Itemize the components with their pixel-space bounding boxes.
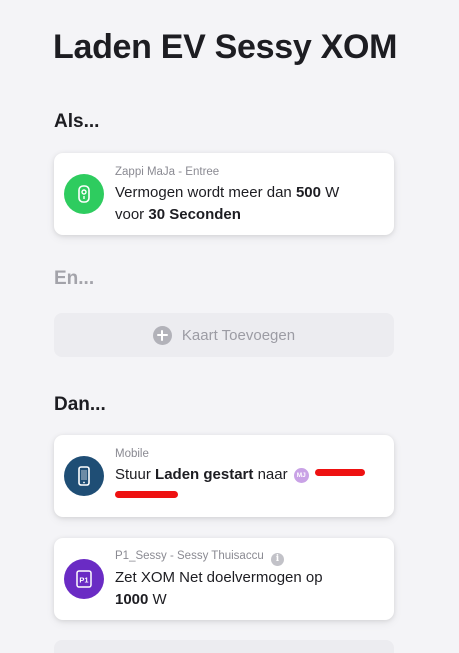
trigger-device-name: Zappi MaJa - Entree <box>115 166 220 178</box>
p1-icon-label: P1 <box>79 576 88 585</box>
notification-message[interactable]: Laden gestart <box>155 466 253 483</box>
redacted-recipient-last <box>115 491 178 498</box>
action-prefix: Stuur <box>115 466 151 483</box>
sessy-device-name: P1_Sessy - Sessy Thuisaccu <box>115 550 264 562</box>
recipient-avatar: MJ <box>293 468 309 483</box>
sessy-target-unit: W <box>152 591 167 608</box>
action-connector: naar <box>257 466 288 483</box>
add-card-label: Kaart Toevoegen <box>181 326 296 344</box>
sessy-target-value[interactable]: 1000 <box>115 591 148 608</box>
flow-editor: Laden EV Sessy XOM Als... Zappi MaJa - E… <box>0 0 459 653</box>
sessy-action-line1: Zet XOM Net doelvermogen op <box>115 569 323 586</box>
sessy-device-row: P1_Sessy - Sessy Thuisaccu i <box>115 550 284 566</box>
sessy-action-line2: 1000 W <box>115 591 167 608</box>
mobile-phone-icon <box>64 456 104 496</box>
plus-circle-icon <box>152 325 172 345</box>
p1-meter-icon: P1 <box>64 559 104 599</box>
trigger-condition-line2: voor 30 Seconden <box>115 206 241 223</box>
trigger-condition-line1: Vermogen wordt meer dan 500 W <box>115 184 339 201</box>
page-title: Laden EV Sessy XOM <box>53 28 398 66</box>
action-card-mobile[interactable]: Mobile Stuur Laden gestart naar MJ <box>54 435 394 517</box>
trigger-threshold-value[interactable]: 500 <box>296 184 321 201</box>
trigger-card[interactable]: Zappi MaJa - Entree Vermogen wordt meer … <box>54 153 394 235</box>
trigger-duration-prefix: voor <box>115 206 145 223</box>
section-and-heading: En... <box>54 268 95 289</box>
trigger-duration-unit[interactable]: Seconden <box>169 206 241 223</box>
section-if-heading: Als... <box>54 111 100 132</box>
action-message-line2 <box>115 488 178 505</box>
action-message-line1: Stuur Laden gestart naar MJ <box>115 466 365 483</box>
redacted-recipient-first <box>314 469 365 476</box>
zappi-charger-icon <box>64 174 104 214</box>
trigger-duration-value[interactable]: 30 <box>148 206 165 223</box>
add-card-button[interactable]: Kaart Toevoegen <box>54 313 394 357</box>
next-card-stub[interactable] <box>54 640 394 653</box>
action-card-sessy[interactable]: P1 P1_Sessy - Sessy Thuisaccu i Zet XOM … <box>54 538 394 620</box>
section-then-heading: Dan... <box>54 394 106 415</box>
trigger-condition-text: Vermogen wordt meer dan <box>115 184 292 201</box>
action-device-name: Mobile <box>115 448 149 460</box>
trigger-threshold-unit: W <box>325 184 340 201</box>
info-icon[interactable]: i <box>270 553 284 566</box>
